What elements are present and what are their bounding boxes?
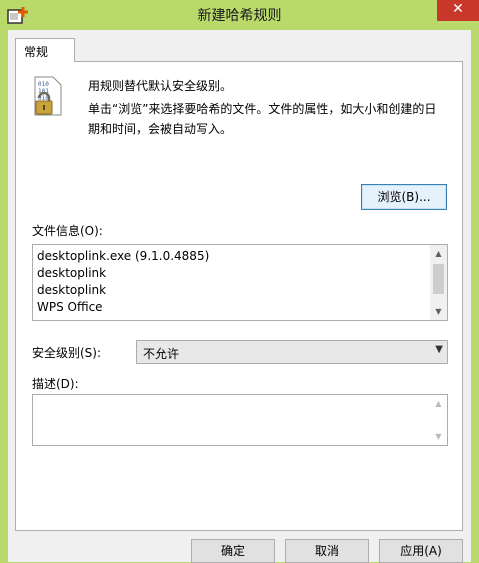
file-info-scrollbar[interactable]: ▲ ▼ (430, 245, 447, 320)
ok-button[interactable]: 确定 (191, 539, 275, 563)
chevron-down-icon: ▼ (435, 344, 443, 355)
cancel-button[interactable]: 取消 (285, 539, 369, 563)
file-info-row: WPS Office (37, 300, 103, 314)
file-info-row: desktoplink.exe (9.1.0.4885) (37, 249, 210, 263)
security-level-label: 安全级别(S): (32, 346, 102, 360)
file-info-row: desktoplink (37, 266, 107, 280)
binary-lock-icon: 010 101 010 (34, 76, 62, 116)
description-textarea[interactable]: ▲ ▼ (32, 394, 448, 446)
security-level-dropdown[interactable]: 不允许 ▼ (136, 340, 448, 364)
file-info-list[interactable]: desktoplink.exe (9.1.0.4885) desktoplink… (32, 244, 448, 321)
file-info-label: 文件信息(O): (32, 224, 103, 238)
scroll-thumb[interactable] (433, 264, 444, 294)
rule-description: 用规则替代默认安全级别。 (88, 79, 233, 93)
file-info-row: desktoplink (37, 283, 107, 297)
description-label: 描述(D): (32, 377, 79, 391)
svg-text:010: 010 (38, 81, 49, 88)
description-scrollbar[interactable]: ▲ ▼ (430, 395, 447, 445)
dialog-client: 常规 010 101 010 用规则替代默认安全级别。 单击“浏览”来选择要哈希… (8, 30, 471, 563)
title-bar: 新建哈希规则 ✕ (0, 0, 479, 30)
general-tab-panel: 010 101 010 用规则替代默认安全级别。 单击“浏览”来选择要哈希的文件… (15, 61, 463, 531)
scroll-down-arrow-icon[interactable]: ▼ (430, 428, 447, 445)
window-title: 新建哈希规则 (197, 8, 282, 24)
browse-instructions: 单击“浏览”来选择要哈希的文件。文件的属性，如大小和创建的日期和时间，会被自动写… (88, 102, 437, 136)
tab-general[interactable]: 常规 (15, 38, 75, 62)
browse-button[interactable]: 浏览(B)... (361, 184, 447, 210)
scroll-up-arrow-icon[interactable]: ▲ (430, 245, 447, 262)
security-level-value: 不允许 (143, 347, 180, 361)
scroll-up-arrow-icon[interactable]: ▲ (430, 395, 447, 412)
close-button[interactable]: ✕ (437, 0, 479, 21)
apply-button[interactable]: 应用(A) (379, 539, 463, 563)
scroll-down-arrow-icon[interactable]: ▼ (430, 303, 447, 320)
